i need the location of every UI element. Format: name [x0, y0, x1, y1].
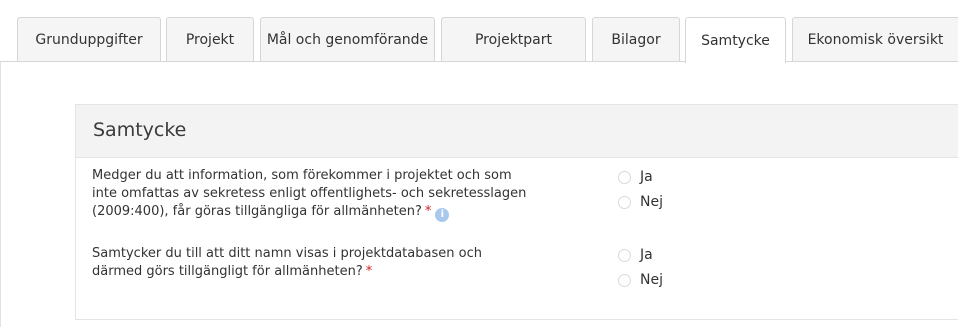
radio-option-nej[interactable]: Nej	[618, 271, 663, 289]
tab-grunduppgifter[interactable]: Grunduppgifter	[17, 17, 161, 61]
tab-mal-och-genomforande[interactable]: Mål och genomförande	[260, 17, 435, 61]
tab-label: Samtycke	[701, 32, 770, 49]
tab-projektpart[interactable]: Projektpart	[441, 17, 586, 61]
info-icon[interactable]: i	[435, 208, 450, 222]
radio-label: Ja	[640, 169, 653, 185]
tab-label: Projekt	[185, 31, 235, 48]
tab-bilagor[interactable]: Bilagor	[592, 17, 680, 61]
tab-projekt[interactable]: Projekt	[166, 17, 254, 61]
question-line: därmed görs tillgängligt för allmänheten…	[92, 264, 363, 279]
tab-ekonomisk-oversikt[interactable]: Ekonomisk översikt	[792, 17, 958, 61]
radio-label: Ja	[640, 247, 653, 263]
radio-label: Nej	[640, 272, 663, 288]
question-line-last: därmed görs tillgängligt för allmänheten…	[92, 263, 600, 281]
radio-option-ja[interactable]: Ja	[618, 168, 653, 186]
tab-label: Bilagor	[611, 31, 661, 48]
tab-label: Projektpart	[474, 31, 553, 48]
question-line-last: (2009:400), får göras tillgängliga för a…	[92, 203, 600, 222]
required-asterisk: *	[365, 264, 373, 279]
tab-bar: Grunduppgifter Projekt Mål och genomföra…	[0, 0, 958, 63]
radio-label: Nej	[640, 194, 663, 210]
radio-button[interactable]	[618, 273, 631, 287]
panel-header: Samtycke	[76, 105, 958, 158]
question-line: inte omfattas av sekretess enligt offent…	[92, 186, 527, 201]
content-border	[0, 62, 1, 327]
tab-samtycke[interactable]: Samtycke	[685, 17, 786, 63]
question-name-visibility: Samtycker du till att ditt namn visas i …	[92, 245, 600, 281]
radio-button[interactable]	[618, 170, 631, 184]
tab-label: Ekonomisk översikt	[807, 31, 944, 48]
question-line: Medger du att information, som förekomme…	[92, 168, 512, 183]
required-asterisk: *	[424, 204, 432, 219]
question-line: Samtycker du till att ditt namn visas i …	[92, 246, 482, 261]
radio-option-nej[interactable]: Nej	[618, 193, 663, 211]
radio-button[interactable]	[618, 195, 631, 209]
tab-label: Mål och genomförande	[266, 31, 429, 48]
tab-divider	[0, 61, 958, 62]
radio-button[interactable]	[618, 248, 631, 262]
question-line: (2009:400), får göras tillgängliga för a…	[92, 204, 422, 219]
radio-option-ja[interactable]: Ja	[618, 246, 653, 264]
panel-title: Samtycke	[93, 119, 187, 141]
consent-panel: Samtycke Medger du att information, som …	[75, 104, 958, 320]
question-information-disclosure: Medger du att information, som förekomme…	[92, 167, 600, 222]
tab-label: Grunduppgifter	[35, 31, 143, 48]
